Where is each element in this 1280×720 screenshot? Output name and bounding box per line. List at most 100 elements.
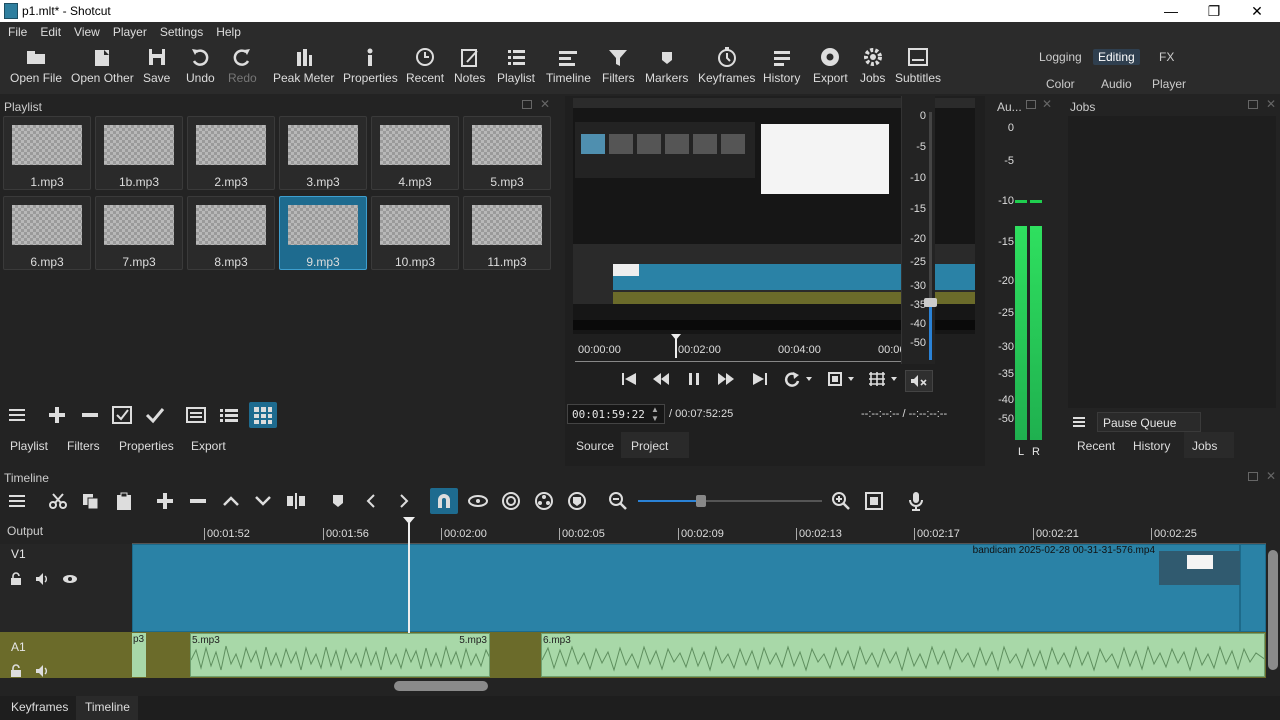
open-file-button[interactable]: Open File [10, 46, 62, 85]
minimize-button[interactable]: — [1150, 0, 1192, 22]
rewind-button[interactable] [649, 368, 673, 390]
close-button[interactable]: ✕ [1236, 0, 1278, 22]
markers-button[interactable]: Markers [645, 46, 688, 85]
speaker-icon[interactable] [35, 664, 51, 678]
undo-button[interactable]: Undo [186, 46, 215, 85]
close-panel-icon[interactable]: ✕ [1266, 469, 1276, 483]
close-panel-icon[interactable]: ✕ [540, 97, 550, 111]
timeline-playhead[interactable] [403, 517, 415, 633]
tab-jobs[interactable]: Jobs [1192, 439, 1217, 453]
playlist-item[interactable]: 8.mp3 [187, 196, 275, 270]
paste-button[interactable] [112, 490, 136, 512]
playlist-item[interactable]: 7.mp3 [95, 196, 183, 270]
redo-button[interactable]: Redo [228, 46, 257, 85]
playlist-item[interactable]: 1b.mp3 [95, 116, 183, 190]
playlist-remove-button[interactable] [78, 402, 102, 428]
properties-button[interactable]: Properties [343, 46, 398, 85]
float-icon[interactable] [1026, 100, 1036, 109]
tab-properties[interactable]: Properties [119, 439, 174, 453]
eye-icon[interactable] [62, 573, 78, 585]
export-button[interactable]: Export [813, 46, 848, 85]
overwrite-button[interactable] [251, 490, 275, 512]
speaker-icon[interactable] [35, 572, 51, 586]
vertical-scrollbar[interactable] [1266, 544, 1280, 678]
tab-history[interactable]: History [1133, 439, 1170, 453]
fast-forward-button[interactable] [714, 368, 738, 390]
peak-meter-button[interactable]: Peak Meter [273, 46, 334, 85]
pause-queue-button[interactable]: Pause Queue [1097, 412, 1201, 432]
playlist-item[interactable]: 10.mp3 [371, 196, 459, 270]
restore-button[interactable]: ❐ [1193, 0, 1235, 22]
split-button[interactable] [284, 490, 308, 512]
recent-button[interactable]: Recent [406, 46, 444, 85]
ripple-markers-button[interactable] [565, 490, 589, 512]
playlist-add-button[interactable] [45, 402, 69, 428]
lift-button[interactable] [219, 490, 243, 512]
lock-icon[interactable] [9, 572, 23, 586]
float-icon[interactable] [1248, 472, 1258, 481]
track-header-v1[interactable]: V1 [0, 544, 132, 632]
tab-project[interactable]: Project [631, 439, 668, 453]
zoom-out-button[interactable] [606, 490, 630, 512]
grid-button[interactable] [864, 368, 902, 390]
menu-view[interactable]: View [69, 25, 105, 39]
previous-marker-button[interactable] [359, 490, 383, 512]
close-panel-icon[interactable]: ✕ [1042, 97, 1052, 111]
float-icon[interactable] [522, 100, 532, 109]
playlist-button[interactable]: Playlist [497, 46, 535, 85]
lock-icon[interactable] [9, 664, 23, 678]
playlist-item[interactable]: 5.mp3 [463, 116, 551, 190]
layout-color[interactable]: Color [1041, 76, 1080, 92]
tab-export[interactable]: Export [191, 439, 226, 453]
layout-editing[interactable]: Editing [1093, 49, 1140, 65]
layout-fx[interactable]: FX [1154, 49, 1179, 65]
details-view-button[interactable] [184, 402, 208, 428]
record-audio-button[interactable] [904, 490, 928, 512]
zoom-in-button[interactable] [829, 490, 853, 512]
player-ruler[interactable]: 00:00:00 00:02:00 00:04:00 00:06 [575, 340, 906, 362]
mute-button[interactable] [905, 370, 933, 392]
zoom-fit-button[interactable] [862, 490, 886, 512]
ripple-delete-button[interactable] [186, 490, 210, 512]
playlist-item[interactable]: 6.mp3 [3, 196, 91, 270]
playlist-menu-button[interactable] [6, 402, 30, 428]
tab-keyframes[interactable]: Keyframes [11, 700, 68, 714]
tab-source[interactable]: Source [576, 439, 614, 453]
append-button[interactable] [153, 490, 177, 512]
playlist-item[interactable]: 4.mp3 [371, 116, 459, 190]
jobs-menu-button[interactable] [1068, 412, 1092, 432]
open-other-button[interactable]: Open Other [71, 46, 134, 85]
loop-button[interactable] [782, 368, 816, 390]
tab-filters[interactable]: Filters [67, 439, 100, 453]
track-header-a1[interactable]: A1 [0, 632, 132, 678]
scrub-button[interactable] [466, 490, 490, 512]
save-button[interactable]: Save [143, 46, 170, 85]
playhead[interactable] [671, 334, 681, 358]
ripple-button[interactable] [499, 490, 523, 512]
timeline-ruler[interactable]: 00:01:52 00:01:56 00:02:00 00:02:05 00:0… [132, 518, 1266, 544]
keyframes-button[interactable]: Keyframes [698, 46, 755, 85]
zoom-slider-handle[interactable] [696, 495, 706, 507]
tab-timeline[interactable]: Timeline [85, 700, 130, 714]
audio-clip[interactable]: 5.mp3 5.mp3 [190, 633, 490, 677]
next-marker-button[interactable] [392, 490, 416, 512]
filters-button[interactable]: Filters [602, 46, 635, 85]
float-icon[interactable] [1248, 100, 1258, 109]
list-view-button[interactable] [217, 402, 241, 428]
timeline-menu-button[interactable] [6, 490, 30, 512]
video-clip[interactable] [1240, 544, 1266, 632]
audio-clip[interactable]: 6.mp3 [541, 633, 1265, 677]
subtitles-button[interactable]: Subtitles [895, 46, 941, 85]
icon-view-button[interactable] [249, 402, 277, 428]
tab-recent[interactable]: Recent [1077, 439, 1115, 453]
playlist-item[interactable]: 3.mp3 [279, 116, 367, 190]
menu-edit[interactable]: Edit [35, 25, 66, 39]
close-panel-icon[interactable]: ✕ [1266, 97, 1276, 111]
zoom-button[interactable] [824, 368, 860, 390]
layout-audio[interactable]: Audio [1096, 76, 1137, 92]
timeline-button[interactable]: Timeline [546, 46, 591, 85]
notes-button[interactable]: Notes [454, 46, 485, 85]
playlist-item[interactable]: 11.mp3 [463, 196, 551, 270]
layout-player[interactable]: Player [1147, 76, 1191, 92]
cut-button[interactable] [46, 490, 70, 512]
